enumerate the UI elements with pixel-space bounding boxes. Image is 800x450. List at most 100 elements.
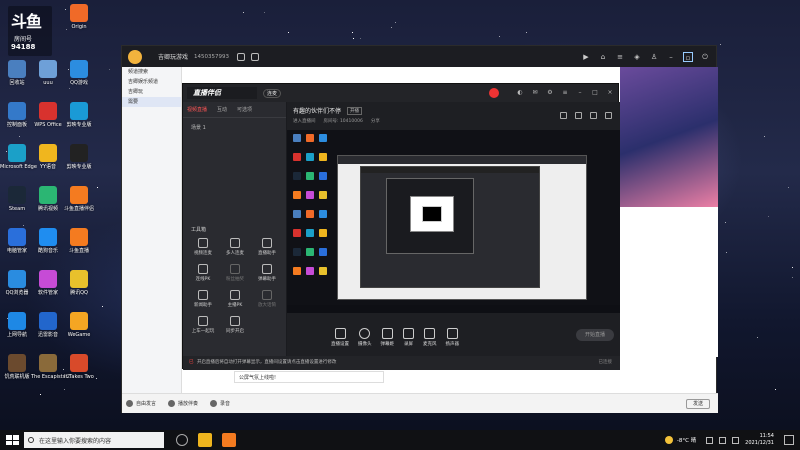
accompaniment-button[interactable]: 播放伴奏 — [168, 400, 198, 407]
windows-start-icon[interactable] — [4, 433, 19, 447]
desktop-icon[interactable]: 上网导航 — [0, 312, 34, 338]
desktop-icon[interactable]: 回收站 — [0, 60, 34, 86]
danmaku-button[interactable]: 弹幕姬 — [381, 327, 394, 347]
toolbox-item[interactable]: 粉丝抽奖 — [219, 264, 251, 282]
tool-label: 视频连麦 — [194, 251, 212, 256]
maximize-icon[interactable]: □ — [591, 89, 599, 97]
gear-icon[interactable]: ⚙ — [546, 89, 554, 97]
desktop-icon[interactable]: QQ游戏 — [62, 60, 96, 86]
mail-icon[interactable] — [237, 52, 246, 61]
desktop-icon[interactable]: 腾讯视频 — [31, 186, 65, 212]
desktop-icon[interactable]: 斗鱼直播 — [62, 228, 96, 254]
settings-icon[interactable] — [251, 52, 260, 61]
tab-options[interactable]: 可选项 — [237, 106, 252, 113]
share-icon[interactable] — [605, 112, 612, 119]
weather-icon[interactable] — [664, 436, 673, 444]
desktop-icon[interactable]: Microsoft Edge — [0, 144, 37, 170]
gamepad-icon[interactable]: ◈ — [632, 52, 642, 62]
desktop-icon[interactable]: 饥荒联机版 — [0, 354, 34, 380]
desktop-icon[interactable]: 剪映专业版 — [62, 144, 96, 170]
preview-icon — [293, 210, 301, 218]
desktop-icon[interactable]: WPS Office — [31, 102, 65, 128]
chat-icon[interactable] — [575, 112, 582, 119]
desktop-icon[interactable]: 迅雷影音 — [31, 312, 65, 338]
desktop-icon[interactable]: Origin — [62, 4, 96, 30]
desktop-icon[interactable]: 腾讯QQ — [62, 270, 96, 296]
companion-titlebar[interactable]: 直播伴侣 连麦 ◐ ✉ ⚙ ≡ – □ × — [183, 84, 618, 102]
list-icon[interactable]: ≡ — [615, 52, 625, 62]
toolbox-item[interactable]: 同步开启 — [219, 316, 251, 334]
desktop-icon[interactable]: WeGame — [62, 312, 96, 338]
desktop-icon[interactable]: It Takes Two — [62, 354, 96, 380]
skin-icon[interactable]: ◐ — [516, 89, 524, 97]
send-button[interactable]: 发送 — [686, 398, 710, 409]
tray-up-icon[interactable] — [706, 436, 714, 444]
menu-icon[interactable]: ≡ — [561, 89, 569, 97]
shirt-icon[interactable]: ♙ — [649, 52, 659, 62]
desktop-icon[interactable]: 剪映专业版 — [62, 102, 96, 128]
channel-row[interactable]: 吉卿玩 — [122, 87, 181, 97]
record-button[interactable]: 录音 — [210, 400, 230, 407]
taskbar-app-douyu-icon[interactable] — [222, 433, 236, 447]
tab-interact[interactable]: 互动 — [217, 106, 227, 113]
restore-icon[interactable]: ▫ — [683, 51, 693, 62]
desktop-icon[interactable]: The Escapists 2 — [31, 354, 70, 380]
microphone-button[interactable]: 麦克风 — [423, 327, 437, 347]
volume-icon[interactable] — [732, 436, 740, 444]
toolbox-item[interactable]: 直播助手 — [251, 238, 283, 256]
close-icon[interactable]: × — [606, 89, 614, 97]
play-icon[interactable]: ▶ — [581, 52, 591, 62]
desktop-icon[interactable]: YY语音 — [31, 144, 65, 170]
minimize-icon[interactable]: – — [576, 89, 584, 97]
desktop-icon[interactable]: 酷狗音乐 — [31, 228, 65, 254]
desktop-icon[interactable]: 斗鱼直播伴侣 — [62, 186, 96, 212]
network-icon[interactable] — [719, 436, 727, 444]
lock-icon[interactable] — [560, 112, 567, 119]
voice-app-titlebar[interactable]: 吉卿玩游戏 1450357993 ▶ ⌂ ≡ ◈ ♙ – ▫ ⏻ — [122, 46, 716, 67]
desktop-icon[interactable]: 软件管家 — [31, 270, 65, 296]
avatar[interactable] — [489, 88, 499, 98]
camera-button[interactable]: 摄像头 — [358, 327, 372, 347]
toolbox-item[interactable]: 上车一起玩 — [187, 316, 219, 334]
toolbox-item[interactable]: 连线PK — [187, 264, 219, 282]
avatar[interactable] — [128, 49, 142, 64]
free-speak-button[interactable]: 自由发言 — [126, 400, 156, 407]
live-settings-button[interactable]: 直播设置 — [331, 327, 349, 347]
toolbox-item[interactable]: 放大话筒 — [251, 290, 283, 308]
toolbox-item[interactable]: 新闻助手 — [187, 290, 219, 308]
channel-row[interactable]: 需要 — [122, 97, 181, 107]
task-view-icon[interactable] — [176, 434, 188, 446]
desktop-icon[interactable]: QQ浏览器 — [0, 270, 34, 296]
toolbox-item[interactable]: 弹幕助手 — [251, 264, 283, 282]
message-icon[interactable]: ✉ — [531, 89, 539, 97]
gift-icon[interactable] — [590, 112, 597, 119]
taskbar-app-yy-icon[interactable] — [198, 433, 212, 447]
toolbox-item[interactable]: 多人连麦 — [219, 238, 251, 256]
toolbox-item[interactable]: 视频连麦 — [187, 238, 219, 256]
scene-item[interactable]: 场景 1 — [183, 118, 286, 137]
tab-video-live[interactable]: 视频直播 — [187, 106, 207, 113]
start-live-button[interactable]: 开始直播 — [576, 329, 614, 341]
stream-preview[interactable] — [287, 130, 620, 313]
live-tag[interactable]: 开播 — [347, 106, 363, 115]
link-mic-pill[interactable]: 连麦 — [263, 88, 282, 98]
enter-room-link[interactable]: 进入直播间 — [293, 118, 316, 124]
desktop-icon[interactable]: 控制面板 — [0, 102, 34, 128]
taskbar-search[interactable]: 在这里输入你要搜索的内容 — [24, 432, 164, 448]
toolbox-item[interactable]: 主播PK — [219, 290, 251, 308]
speaker-button[interactable]: 扬声器 — [446, 327, 459, 347]
channel-row[interactable]: 吉卿娱乐频道 — [122, 77, 181, 87]
minimize-icon[interactable]: – — [666, 52, 676, 62]
desktop-icon[interactable]: Steam — [0, 186, 34, 212]
streaming-companion-window[interactable]: 直播伴侣 连麦 ◐ ✉ ⚙ ≡ – □ × 视频直播 互动 可选项 场景 1 工… — [182, 83, 620, 370]
power-icon[interactable]: ⏻ — [700, 52, 710, 62]
clock[interactable]: 11:54 2021/12/31 — [745, 433, 774, 447]
weather-text[interactable]: -8°C 晴 — [677, 436, 696, 444]
screen-record-button[interactable]: 录屏 — [403, 327, 414, 347]
home-icon[interactable]: ⌂ — [598, 52, 608, 62]
notification-icon[interactable] — [784, 435, 794, 445]
share-link[interactable]: 分享 — [371, 118, 380, 124]
desktop-icon[interactable]: uuu — [31, 60, 65, 86]
channel-row[interactable]: 频道搜索 — [122, 67, 181, 77]
desktop-icon[interactable]: 电脑管家 — [0, 228, 34, 254]
